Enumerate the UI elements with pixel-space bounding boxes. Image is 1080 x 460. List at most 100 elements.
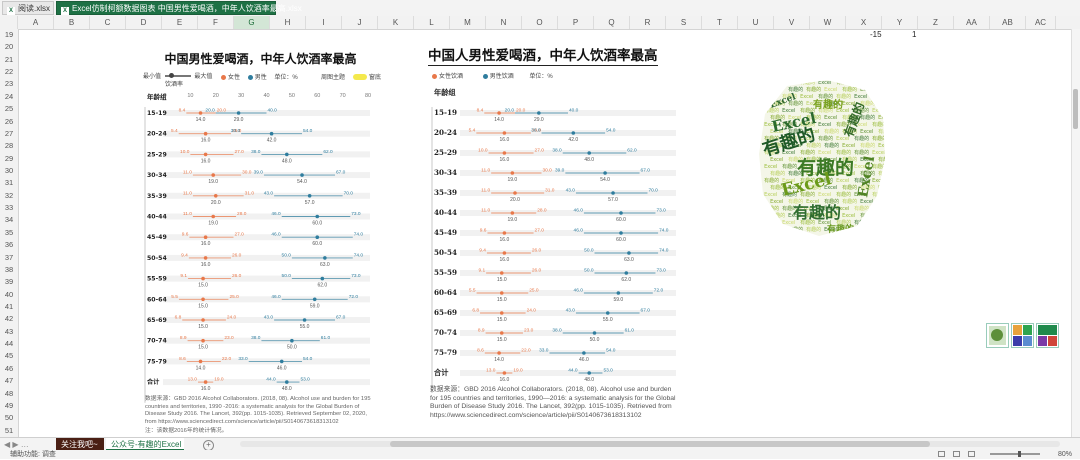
row-header-43[interactable]: 43: [0, 327, 18, 337]
column-header-d[interactable]: D: [126, 16, 162, 29]
word-cloud-filler: Excel: [800, 94, 813, 100]
row-header-20[interactable]: 20: [0, 42, 18, 52]
zoom-slider[interactable]: [990, 453, 1040, 455]
slider-knob[interactable]: [168, 73, 174, 79]
row-header-35[interactable]: 35: [0, 228, 18, 238]
row-header-48[interactable]: 48: [0, 389, 18, 399]
column-header-v[interactable]: V: [774, 16, 810, 29]
toggle-switch[interactable]: [353, 73, 368, 80]
row-header-21[interactable]: 21: [0, 55, 18, 65]
column-header-c[interactable]: C: [90, 16, 126, 29]
row-header-23[interactable]: 23: [0, 79, 18, 89]
page-break-icon[interactable]: [968, 451, 975, 457]
row-header-36[interactable]: 36: [0, 240, 18, 250]
row-header-25[interactable]: 25: [0, 104, 18, 114]
cell-value-x[interactable]: -15: [870, 30, 882, 39]
app-icons-panel-2[interactable]: [1036, 323, 1059, 348]
row-header-47[interactable]: 47: [0, 376, 18, 386]
male-mid-dot: [302, 318, 307, 322]
horizontal-scroll-thumb[interactable]: [390, 441, 930, 447]
column-header-b[interactable]: B: [54, 16, 90, 29]
female-mid-label: 19.0: [507, 177, 517, 183]
row-header-37[interactable]: 37: [0, 253, 18, 263]
row-header-22[interactable]: 22: [0, 67, 18, 77]
wordcloud-thumbnail-icon[interactable]: [986, 323, 1009, 348]
row-header-29[interactable]: 29: [0, 154, 18, 164]
vertical-scrollbar[interactable]: [1071, 29, 1080, 437]
column-header-ab[interactable]: AB: [990, 16, 1026, 29]
row-header-51[interactable]: 51: [0, 426, 18, 436]
column-header-z[interactable]: Z: [918, 16, 954, 29]
column-header-n[interactable]: N: [486, 16, 522, 29]
row-header-27[interactable]: 27: [0, 129, 18, 139]
column-header-i[interactable]: I: [306, 16, 342, 29]
column-header-e[interactable]: E: [162, 16, 198, 29]
row-header-24[interactable]: 24: [0, 92, 18, 102]
word-cloud-filler: 有趣的: [788, 86, 803, 93]
age-group-header: 年龄组: [434, 88, 456, 97]
row-header-49[interactable]: 49: [0, 401, 18, 411]
female-mid-label: 16.0: [500, 257, 510, 263]
status-text[interactable]: 辅助功能: 调查: [10, 450, 56, 459]
row-header-19[interactable]: 19: [0, 30, 18, 40]
female-mid-dot: [203, 235, 208, 239]
vertical-scroll-thumb[interactable]: [1073, 89, 1078, 129]
column-header-a[interactable]: A: [18, 16, 54, 29]
column-header-m[interactable]: M: [450, 16, 486, 29]
word-cloud-image[interactable]: 有趣的Excel有趣的Excel有趣的有趣的Excel有趣的Excel有趣的有趣…: [757, 78, 887, 238]
column-header-y[interactable]: Y: [882, 16, 918, 29]
row-header-31[interactable]: 31: [0, 178, 18, 188]
column-header-h[interactable]: H: [270, 16, 306, 29]
row-header-38[interactable]: 38: [0, 265, 18, 275]
file-tab-reading[interactable]: X 阅读.xlsx: [2, 1, 54, 15]
word-cloud-filler: 有趣的: [764, 205, 779, 212]
female-high-label: 30.0: [242, 170, 252, 176]
row-header-33[interactable]: 33: [0, 203, 18, 213]
normal-view-icon[interactable]: [938, 451, 945, 457]
zoom-slider-knob[interactable]: [1018, 451, 1021, 457]
horizontal-scrollbar[interactable]: [240, 441, 1060, 447]
row-header-30[interactable]: 30: [0, 166, 18, 176]
column-header-q[interactable]: Q: [594, 16, 630, 29]
row-header-45[interactable]: 45: [0, 351, 18, 361]
row-header-42[interactable]: 42: [0, 314, 18, 324]
app-icons-panel[interactable]: [1011, 323, 1034, 348]
page-layout-icon[interactable]: [953, 451, 960, 457]
file-tab-active[interactable]: X Excel仿制柯额数据图表 中国男性爱喝酒，中年人饮酒率最高.xlsx: [56, 1, 302, 15]
column-header-x[interactable]: X: [846, 16, 882, 29]
column-header-j[interactable]: J: [342, 16, 378, 29]
column-header-s[interactable]: S: [666, 16, 702, 29]
column-header-ac[interactable]: AC: [1026, 16, 1056, 29]
cell-value-y[interactable]: 1: [912, 30, 916, 39]
column-header-p[interactable]: P: [558, 16, 594, 29]
row-header-39[interactable]: 39: [0, 277, 18, 287]
row-header-50[interactable]: 50: [0, 413, 18, 423]
column-header-l[interactable]: L: [414, 16, 450, 29]
column-header-w[interactable]: W: [810, 16, 846, 29]
row-header-46[interactable]: 46: [0, 364, 18, 374]
column-header-aa[interactable]: AA: [954, 16, 990, 29]
row-header-26[interactable]: 26: [0, 117, 18, 127]
column-header-r[interactable]: R: [630, 16, 666, 29]
row-header-28[interactable]: 28: [0, 141, 18, 151]
column-header-u[interactable]: U: [738, 16, 774, 29]
column-header-k[interactable]: K: [378, 16, 414, 29]
slider-track[interactable]: [164, 73, 191, 79]
age-group-label: 30-34: [147, 172, 167, 179]
row-header-34[interactable]: 34: [0, 215, 18, 225]
age-group-label: 15-19: [147, 110, 167, 117]
column-header-t[interactable]: T: [702, 16, 738, 29]
row-header-40[interactable]: 40: [0, 290, 18, 300]
row-header-41[interactable]: 41: [0, 302, 18, 312]
column-header-f[interactable]: F: [198, 16, 234, 29]
zoom-level[interactable]: 80%: [1058, 450, 1072, 459]
select-all-corner[interactable]: [0, 16, 18, 29]
row-header-44[interactable]: 44: [0, 339, 18, 349]
theme-toggle[interactable]: 周图主题 窗底: [321, 72, 387, 81]
chart-left[interactable]: 中国男性爱喝酒，中年人饮酒率最高 最小值 最大值 女性 男性 单位：% 周图主题…: [143, 45, 381, 403]
male-high-label: 40.0: [268, 108, 278, 114]
chart-right[interactable]: 中国人男性爱喝酒，中年人饮酒率最高 女性饮酒 男性饮酒 单位：% 年龄组 15-1…: [428, 42, 678, 393]
column-header-g[interactable]: G: [234, 16, 270, 29]
column-header-o[interactable]: O: [522, 16, 558, 29]
row-header-32[interactable]: 32: [0, 191, 18, 201]
